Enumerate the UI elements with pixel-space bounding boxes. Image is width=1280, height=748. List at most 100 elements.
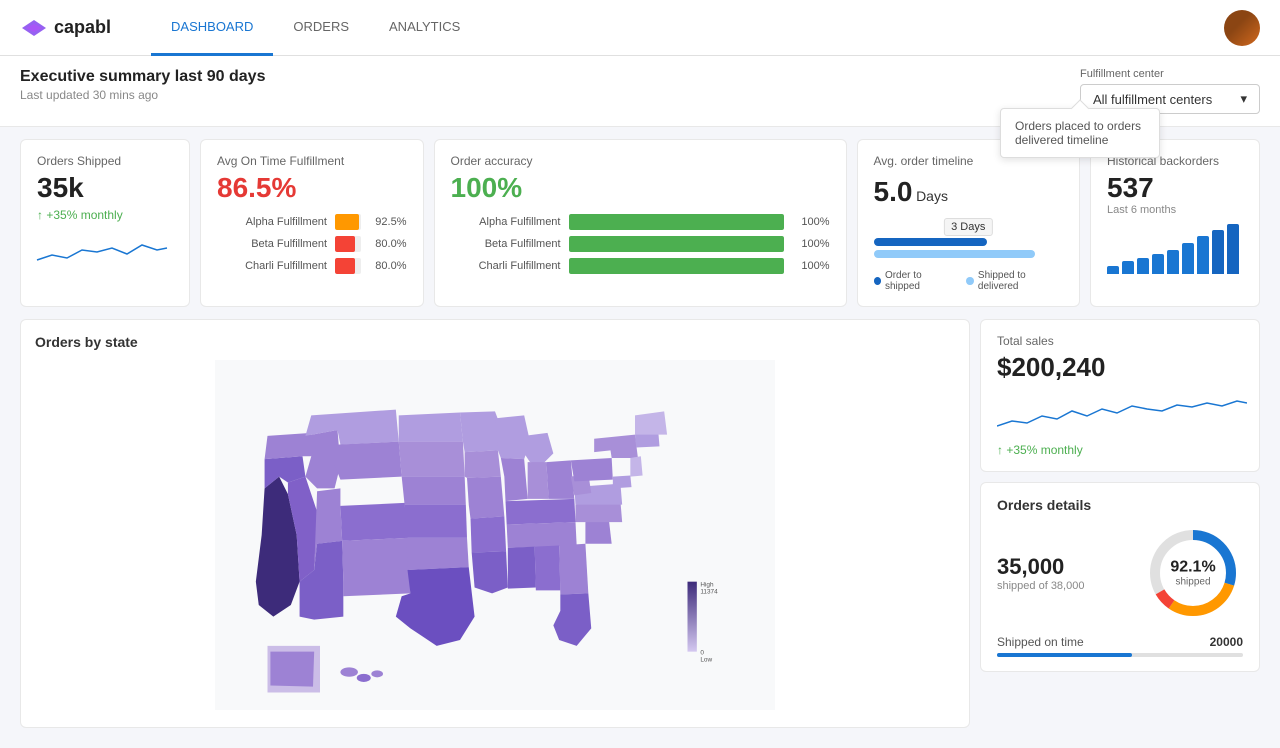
bar-fill-charli bbox=[335, 258, 355, 274]
timeline-bars: 3 Days Order to shipped Shipped to deliv… bbox=[874, 238, 1064, 292]
state-ky bbox=[506, 499, 576, 525]
bar-col-4 bbox=[1152, 254, 1164, 274]
state-sc bbox=[585, 519, 611, 544]
main-content: Orders by state bbox=[0, 319, 1280, 748]
header: capabl DASHBOARD ORDERS ANALYTICS bbox=[0, 0, 1280, 56]
state-wy bbox=[335, 442, 402, 480]
accuracy-row-charli: Charli Fulfillment 100% bbox=[451, 258, 830, 274]
state-mo bbox=[467, 477, 504, 519]
state-id bbox=[305, 430, 340, 488]
fulfillment-name-alpha: Alpha Fulfillment bbox=[217, 216, 327, 228]
acc-bar-alpha bbox=[569, 214, 784, 230]
avg-on-time-title: Avg On Time Fulfillment bbox=[217, 154, 407, 168]
state-wa bbox=[265, 433, 312, 459]
donut-center: 92.1% shipped bbox=[1170, 559, 1215, 588]
order-accuracy-card: Order accuracy 100% Alpha Fulfillment 10… bbox=[434, 139, 847, 307]
order-accuracy-title: Order accuracy bbox=[451, 154, 830, 168]
tooltip-text: Orders placed to orders delivered timeli… bbox=[1015, 119, 1141, 147]
bar-col-5 bbox=[1167, 250, 1179, 275]
legend-order-shipped: Order to shipped bbox=[874, 270, 955, 292]
state-ne bbox=[402, 477, 466, 505]
state-hi-2 bbox=[357, 674, 371, 682]
header-right bbox=[1224, 10, 1260, 46]
right-panel: Total sales $200,240 ↑ +35% monthly Orde… bbox=[980, 319, 1260, 728]
nav-dashboard[interactable]: DASHBOARD bbox=[151, 0, 273, 56]
accuracy-name-beta: Beta Fulfillment bbox=[451, 238, 561, 250]
orders-count: 35,000 bbox=[997, 554, 1127, 580]
orders-shipped-trend: ↑ +35% monthly bbox=[37, 208, 173, 222]
order-accuracy-value: 100% bbox=[451, 172, 830, 204]
state-hi-3 bbox=[371, 670, 383, 677]
state-nm bbox=[342, 538, 410, 596]
donut-chart: 92.1% shipped bbox=[1143, 523, 1243, 623]
bar-charli bbox=[335, 258, 361, 274]
historical-backorders-card: Historical backorders 537 Last 6 months bbox=[1090, 139, 1260, 307]
sales-trend: ↑ +35% monthly bbox=[997, 443, 1243, 457]
logo: capabl bbox=[20, 17, 111, 38]
accuracy-row-alpha: Alpha Fulfillment 100% bbox=[451, 214, 830, 230]
state-ks bbox=[405, 505, 467, 538]
donut-pct: 92.1% bbox=[1170, 559, 1215, 577]
state-al bbox=[535, 546, 561, 591]
us-map-svg: High 11374 0 Low bbox=[35, 360, 955, 710]
orders-details-title: Orders details bbox=[997, 497, 1243, 513]
acc-fill-beta bbox=[569, 236, 784, 252]
donut-label: shipped bbox=[1170, 577, 1215, 588]
nav-orders[interactable]: ORDERS bbox=[273, 0, 369, 56]
summary-bar: Executive summary last 90 days Last upda… bbox=[0, 56, 1280, 127]
state-la bbox=[472, 551, 508, 593]
state-hi-1 bbox=[340, 667, 358, 676]
legend-low-text: Low bbox=[700, 657, 712, 664]
acc-pct-charli: 100% bbox=[792, 260, 830, 272]
state-sd bbox=[399, 442, 465, 477]
days-label: Days bbox=[916, 188, 948, 204]
legend-dot-light bbox=[966, 277, 973, 285]
backorders-value: 537 bbox=[1107, 172, 1243, 204]
fulfillment-row-beta: Beta Fulfillment 80.0% bbox=[217, 236, 407, 252]
backorders-bar-chart bbox=[1107, 224, 1243, 274]
legend-shipped-delivered: Shipped to delivered bbox=[966, 270, 1063, 292]
nav-analytics[interactable]: ANALYTICS bbox=[369, 0, 480, 56]
timeline-section: 5.0 Days bbox=[874, 172, 1064, 212]
bar-beta bbox=[335, 236, 361, 252]
avg-on-time-card: Avg On Time Fulfillment 86.5% Alpha Fulf… bbox=[200, 139, 424, 307]
fulfillment-row-alpha: Alpha Fulfillment 92.5% bbox=[217, 214, 407, 230]
orders-left: 35,000 shipped of 38,000 bbox=[997, 554, 1127, 592]
sales-sparkline bbox=[997, 391, 1243, 439]
state-pa bbox=[571, 458, 613, 481]
timeline-tag: 3 Days bbox=[944, 218, 992, 236]
timeline-legend: Order to shipped Shipped to delivered bbox=[874, 270, 1064, 292]
avatar[interactable] bbox=[1224, 10, 1260, 46]
acc-pct-beta: 100% bbox=[792, 238, 830, 250]
total-sales-card: Total sales $200,240 ↑ +35% monthly bbox=[980, 319, 1260, 472]
avg-order-timeline-card: Avg. order timeline 5.0 Days 3 Days Orde… bbox=[857, 139, 1081, 307]
legend-value-text: 11374 bbox=[700, 588, 718, 595]
bar-pct-alpha: 92.5% bbox=[369, 216, 407, 228]
state-oh bbox=[546, 460, 574, 498]
state-ms bbox=[508, 547, 536, 589]
state-ok bbox=[406, 538, 468, 570]
shipped-on-time-value: 20000 bbox=[1210, 635, 1243, 649]
fulfillment-name-charli: Charli Fulfillment bbox=[217, 260, 327, 272]
state-md bbox=[613, 476, 632, 489]
shipped-on-time-bar bbox=[997, 653, 1243, 657]
state-tn bbox=[507, 522, 577, 548]
orders-sparkline bbox=[37, 230, 173, 273]
shipped-on-time-row: Shipped on time 20000 bbox=[997, 635, 1243, 649]
avatar-image bbox=[1224, 10, 1260, 46]
orders-shipped-title: Orders Shipped bbox=[37, 154, 173, 168]
avg-on-time-value: 86.5% bbox=[217, 172, 407, 204]
tooltip-box: Orders placed to orders delivered timeli… bbox=[1000, 108, 1160, 158]
last-updated: Last updated 30 mins ago bbox=[20, 88, 265, 102]
bar-col-7 bbox=[1197, 236, 1209, 274]
fulfillment-label: Fulfillment center bbox=[1080, 68, 1260, 80]
shipped-on-time-label: Shipped on time bbox=[997, 635, 1084, 649]
map-section: Orders by state bbox=[20, 319, 970, 728]
legend-label-light: Shipped to delivered bbox=[978, 270, 1063, 292]
state-ia bbox=[465, 450, 501, 477]
fulfillment-name-beta: Beta Fulfillment bbox=[217, 238, 327, 250]
logo-text: capabl bbox=[54, 17, 111, 38]
backorders-subtitle: Last 6 months bbox=[1107, 204, 1243, 216]
sales-value: $200,240 bbox=[997, 352, 1243, 383]
bar-order-to-shipped bbox=[874, 238, 988, 246]
